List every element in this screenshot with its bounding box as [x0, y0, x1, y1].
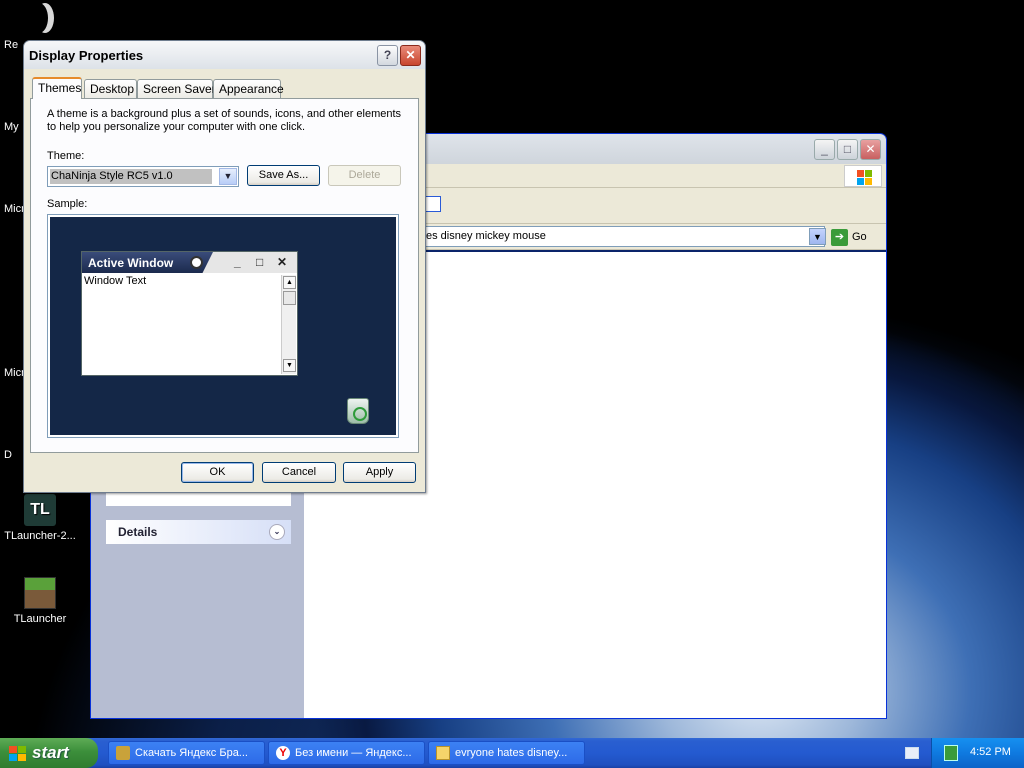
sample-scrollbar: ▲ ▼ [281, 275, 296, 374]
taskbar-item[interactable]: Y Без имени — Яндекс... [268, 741, 425, 765]
desktop-icon-label-partial[interactable]: D [4, 449, 12, 461]
desktop: Re My Micr Micr D TL TLauncher-2... TLau… [0, 0, 1024, 738]
sample-window-text: Window Text [84, 275, 147, 287]
desktop-icon-label: TLauncher-2... [4, 530, 76, 542]
minimize-button[interactable]: _ [814, 139, 835, 160]
close-button[interactable]: ✕ [400, 45, 421, 66]
details-header[interactable]: Details ⌄ [106, 520, 291, 544]
recycle-moon-icon[interactable] [36, 3, 54, 33]
scroll-up-icon: ▲ [283, 276, 296, 289]
help-button[interactable]: ? [377, 45, 398, 66]
tab-screen-saver[interactable]: Screen Saver [137, 79, 216, 98]
details-label: Details [118, 525, 158, 539]
start-button[interactable]: start [0, 738, 98, 768]
scroll-thumb [283, 291, 296, 305]
desktop-icon-label-partial[interactable]: Re [4, 39, 18, 51]
sample-window-title-bar: Active Window _ □ ✕ [82, 252, 297, 273]
close-button[interactable]: ✕ [860, 139, 881, 160]
recycle-bin-icon [347, 398, 369, 424]
taskbar-item[interactable]: Скачать Яндекс Бра... [108, 741, 265, 765]
theme-label: Theme: [47, 150, 85, 162]
windows-logo-icon [844, 165, 882, 187]
taskbar-item-label: evryone hates disney... [455, 747, 568, 759]
maximize-button[interactable]: □ [837, 139, 858, 160]
dialog-title-bar[interactable]: Display Properties ? ✕ [24, 41, 425, 69]
system-tray: 4:52 PM [931, 738, 1024, 768]
keyboard-icon[interactable] [905, 747, 919, 759]
sample-desktop: Active Window _ □ ✕ Window Text ▲ ▼ [50, 217, 396, 435]
desktop-icon-label-partial[interactable]: Micr [4, 203, 25, 215]
display-properties-dialog: Display Properties ? ✕ Themes Desktop Sc… [23, 40, 426, 493]
close-icon: ✕ [277, 255, 288, 269]
taskbar-item-label: Скачать Яндекс Бра... [135, 747, 248, 759]
desktop-icon-label-partial[interactable]: Micr [4, 367, 25, 379]
clock[interactable]: 4:52 PM [970, 746, 1011, 758]
maximize-icon: □ [256, 255, 264, 269]
start-label: start [32, 743, 69, 762]
minimize-icon: _ [234, 255, 241, 269]
cancel-button[interactable]: Cancel [262, 462, 336, 483]
tab-themes[interactable]: Themes [32, 77, 82, 99]
dialog-title: Display Properties [29, 48, 144, 63]
theme-select[interactable]: ChaNinja Style RC5 v1.0 ▼ [47, 166, 239, 187]
theme-sample-preview: Active Window _ □ ✕ Window Text ▲ ▼ [47, 214, 399, 438]
ok-button[interactable]: OK [181, 462, 254, 483]
windows-flag-icon [9, 746, 27, 762]
delete-button[interactable]: Delete [328, 165, 401, 186]
sample-label: Sample: [47, 198, 88, 210]
chevron-down-icon[interactable]: ▼ [219, 168, 237, 185]
views-icon[interactable] [425, 196, 441, 212]
desktop-icon-tlauncher[interactable]: TLauncher [0, 577, 80, 625]
apply-button[interactable]: Apply [343, 462, 416, 483]
save-as-button[interactable]: Save As... [247, 165, 320, 186]
go-arrow-icon: ➔ [831, 228, 848, 246]
help-icon [190, 256, 203, 269]
yandex-icon: Y [276, 746, 290, 760]
tab-appearance[interactable]: Appearance [213, 79, 284, 98]
chevron-down-icon[interactable]: ⌄ [269, 524, 285, 540]
address-dropdown-button[interactable]: ▼ [809, 228, 826, 245]
go-button[interactable]: ➔ Go [831, 227, 867, 247]
sample-window: Active Window _ □ ✕ Window Text ▲ ▼ [81, 251, 298, 376]
browser-icon [116, 746, 130, 760]
details-panel[interactable]: Details ⌄ [106, 520, 291, 544]
theme-description: A theme is a background plus a set of so… [47, 108, 402, 133]
scroll-down-icon: ▼ [283, 359, 296, 372]
folder-icon [436, 746, 450, 760]
tlauncher-icon: TL [24, 494, 56, 526]
taskbar: start Скачать Яндекс Бра... Y Без имени … [0, 738, 1024, 768]
desktop-icon-label: TLauncher [13, 613, 67, 625]
taskbar-item[interactable]: evryone hates disney... [428, 741, 585, 765]
desktop-icon-tlauncher-2[interactable]: TL TLauncher-2... [0, 494, 80, 542]
theme-select-value: ChaNinja Style RC5 v1.0 [50, 169, 212, 184]
taskbar-item-label: Без имени — Яндекс... [295, 747, 412, 759]
tray-app-icon[interactable] [944, 745, 958, 761]
go-label: Go [852, 231, 867, 243]
themes-tab-panel: A theme is a background plus a set of so… [30, 98, 419, 453]
tab-desktop[interactable]: Desktop [84, 79, 137, 98]
minecraft-block-icon [24, 577, 56, 609]
desktop-icon-label-partial[interactable]: My [4, 121, 19, 133]
